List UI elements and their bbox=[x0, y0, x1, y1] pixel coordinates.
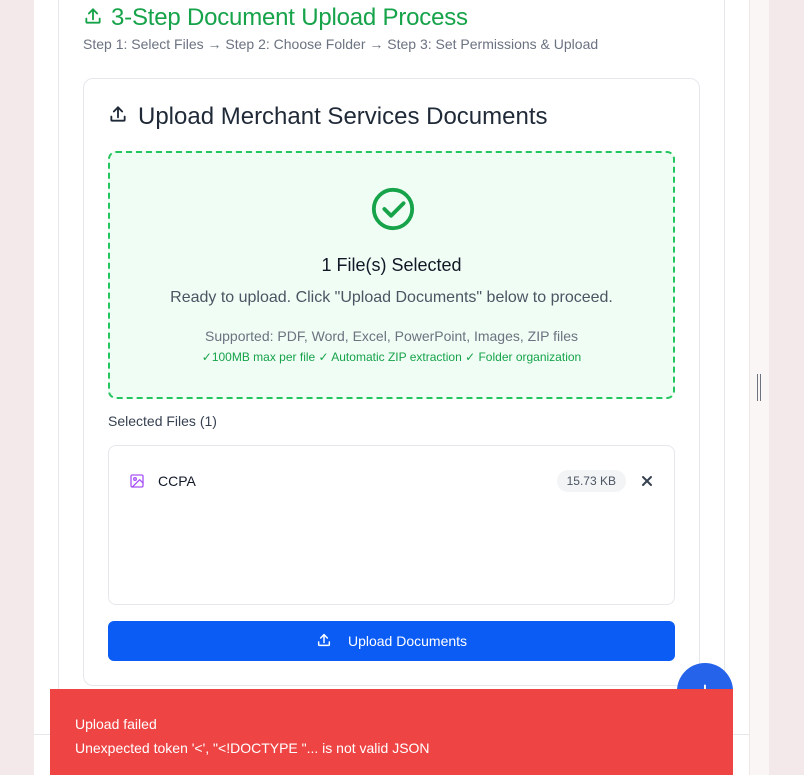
upload-features: ✓100MB max per file ✓ Automatic ZIP extr… bbox=[201, 350, 582, 364]
check-circle-icon bbox=[370, 186, 416, 237]
card-title-text: Upload Merchant Services Documents bbox=[138, 103, 548, 130]
error-toast[interactable]: Upload failed Unexpected token '<', "<!D… bbox=[50, 689, 733, 775]
upload-icon bbox=[108, 103, 128, 131]
close-icon bbox=[642, 476, 652, 486]
upload-icon bbox=[83, 6, 103, 31]
selection-description: Ready to upload. Click "Upload Documents… bbox=[170, 289, 613, 306]
toast-message: Unexpected token '<', "<!DOCTYPE "... is… bbox=[75, 740, 430, 756]
file-dropzone[interactable]: 1 File(s) Selected Ready to upload. Clic… bbox=[108, 151, 675, 399]
selected-files-list: CCPA 15.73 KB bbox=[108, 445, 675, 605]
upload-icon bbox=[316, 632, 332, 651]
remove-file-button[interactable] bbox=[640, 474, 654, 488]
upload-button-label: Upload Documents bbox=[347, 633, 468, 649]
selection-status: 1 File(s) Selected bbox=[321, 255, 462, 275]
list-item: CCPA 15.73 KB bbox=[129, 468, 654, 494]
selected-files-label: Selected Files (1) bbox=[108, 413, 217, 429]
process-header: 3-Step Document Upload Process bbox=[83, 4, 468, 32]
upload-documents-button[interactable]: Upload Documents bbox=[108, 621, 675, 661]
process-steps: Step 1: Select Files → Step 2: Choose Fo… bbox=[83, 36, 599, 52]
process-title: 3-Step Document Upload Process bbox=[111, 4, 468, 31]
file-name: CCPA bbox=[158, 473, 196, 489]
card-title: Upload Merchant Services Documents bbox=[108, 101, 548, 133]
file-size-badge: 15.73 KB bbox=[556, 470, 626, 492]
resize-handle[interactable] bbox=[757, 374, 761, 401]
image-icon bbox=[129, 473, 145, 489]
toast-title: Upload failed bbox=[75, 716, 157, 732]
supported-formats: Supported: PDF, Word, Excel, PowerPoint,… bbox=[205, 328, 578, 344]
